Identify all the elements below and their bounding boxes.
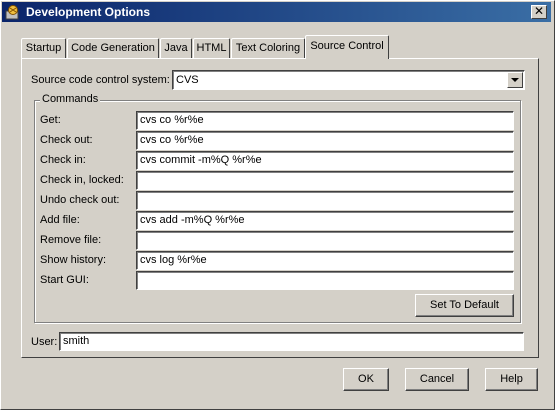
ok-button[interactable]: OK — [343, 368, 389, 391]
tab-source-control[interactable]: Source Control — [305, 35, 389, 59]
show-history-label: Show history: — [40, 254, 107, 266]
close-button[interactable]: ✕ — [531, 5, 547, 19]
scc-label: Source code control system: — [31, 74, 170, 86]
cancel-button[interactable]: Cancel — [405, 368, 469, 391]
tab-text-coloring[interactable]: Text Coloring — [231, 38, 305, 58]
get-label: Get: — [40, 114, 61, 126]
add-file-label: Add file: — [40, 214, 80, 226]
tab-startup[interactable]: Startup — [21, 38, 66, 58]
remove-file-field[interactable] — [136, 231, 514, 250]
undo-check-out-field[interactable] — [136, 191, 514, 210]
scc-selected-value: CVS — [176, 74, 199, 86]
get-field[interactable]: cvs co %r%e — [136, 111, 514, 130]
help-button[interactable]: Help — [485, 368, 538, 391]
start-gui-field[interactable] — [136, 271, 514, 290]
show-history-field[interactable]: cvs log %r%e — [136, 251, 514, 270]
check-in-field[interactable]: cvs commit -m%Q %r%e — [136, 151, 514, 170]
tab-code-generation[interactable]: Code Generation — [67, 38, 159, 58]
check-out-label: Check out: — [40, 134, 93, 146]
commands-group-label: Commands — [40, 93, 101, 105]
check-in-locked-label: Check in, locked: — [40, 174, 124, 186]
add-file-field[interactable]: cvs add -m%Q %r%e — [136, 211, 514, 230]
user-label: User: — [31, 336, 58, 348]
set-to-default-button[interactable]: Set To Default — [415, 294, 514, 317]
undo-check-out-label: Undo check out: — [40, 194, 120, 206]
title-bar[interactable]: Development Options ✕ — [2, 2, 551, 22]
user-field[interactable]: smith — [59, 332, 524, 351]
close-icon: ✕ — [533, 4, 545, 18]
scc-dropdown[interactable]: CVS — [172, 70, 525, 90]
app-icon — [5, 5, 19, 20]
window-title: Development Options — [26, 5, 151, 19]
tab-java[interactable]: Java — [160, 38, 192, 58]
check-in-locked-field[interactable] — [136, 171, 514, 190]
tab-html[interactable]: HTML — [193, 38, 230, 58]
start-gui-label: Start GUI: — [40, 274, 89, 286]
check-out-field[interactable]: cvs co %r%e — [136, 131, 514, 150]
remove-file-label: Remove file: — [40, 234, 102, 246]
check-in-label: Check in: — [40, 154, 86, 166]
chevron-down-icon[interactable] — [507, 72, 523, 88]
